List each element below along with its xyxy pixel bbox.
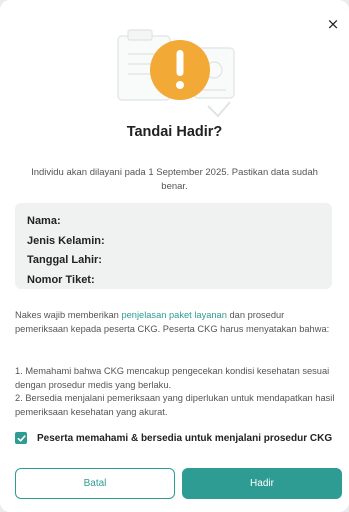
patient-info-box: Nama: Jenis Kelamin: Tanggal Lahir: Nomo… — [15, 203, 332, 289]
statement-list: 1. Memahami bahwa CKG mencakup pengeceka… — [15, 365, 337, 419]
agreement-checkbox[interactable] — [15, 432, 27, 444]
gender-label: Jenis Kelamin: — [27, 234, 105, 247]
check-icon — [17, 434, 26, 442]
notice-text: Nakes wajib memberikan penjelasan paket … — [15, 309, 335, 336]
statement-item: 1. Memahami bahwa CKG mencakup pengeceka… — [15, 366, 330, 390]
dialog-title: Tandai Hadir? — [126, 124, 223, 140]
cancel-button[interactable]: Batal — [15, 468, 175, 499]
close-icon[interactable]: × — [323, 14, 343, 34]
ticket-number-label: Nomor Tiket: — [27, 273, 95, 286]
name-label: Nama: — [27, 215, 61, 227]
dialog-description: Individu akan dilayani pada 1 September … — [31, 167, 318, 192]
agreement-label[interactable]: Peserta memahami & bersedia untuk menjal… — [37, 433, 332, 444]
alert-exclamation-icon — [108, 24, 248, 124]
attend-button[interactable]: Hadir — [182, 468, 342, 499]
birthdate-label: Tanggal Lahir: — [27, 254, 102, 266]
agreement-row[interactable]: Peserta memahami & bersedia untuk menjal… — [15, 430, 337, 446]
service-package-link[interactable]: penjelasan paket layanan — [121, 310, 226, 320]
attendance-dialog: × Tandai Hadir? Individu akan dilayani p… — [0, 0, 349, 512]
notice-text-start: Nakes wajib memberikan — [15, 310, 122, 320]
statement-item: 2. Bersedia menjalani pemeriksaan yang d… — [15, 393, 335, 417]
